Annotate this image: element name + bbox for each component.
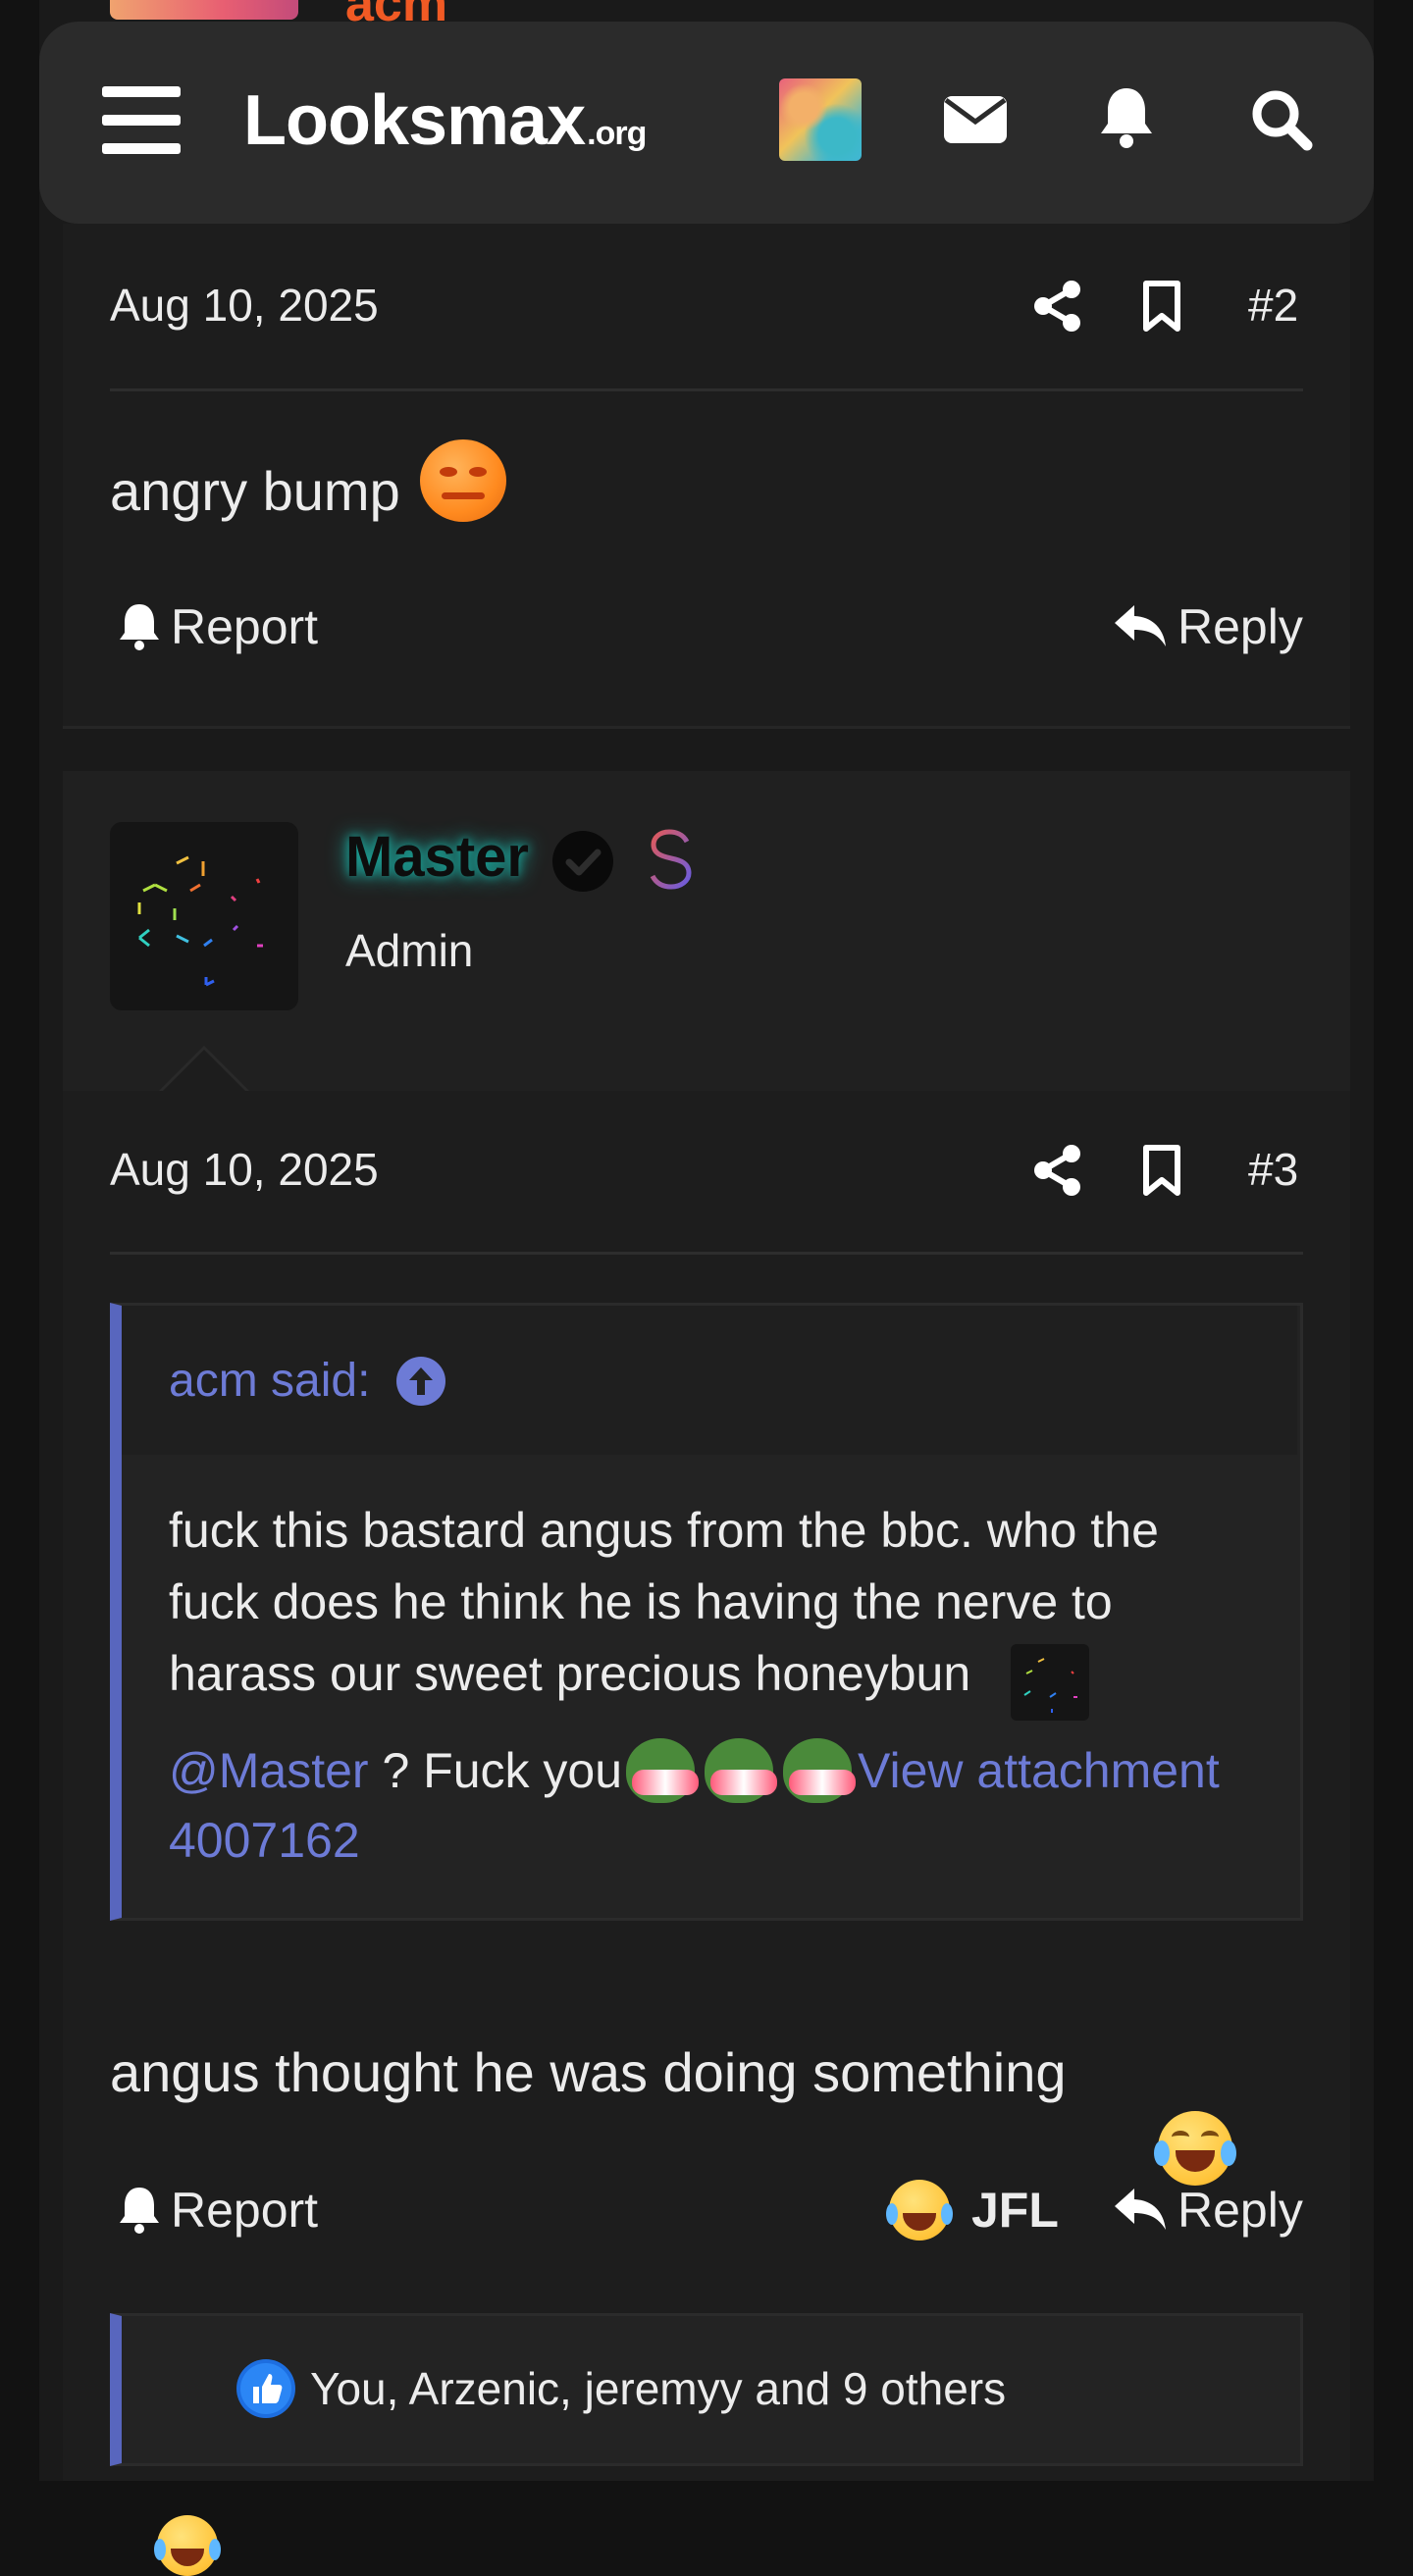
post-3-number[interactable]: #3 [1248,1143,1298,1196]
quote-author-link[interactable]: acm said: [169,1354,370,1408]
bell-icon [120,604,159,650]
pepe-scream-emoji-icon [701,1732,779,1809]
attachment-link-id[interactable]: 4007162 [169,1805,360,1877]
reply-label: Reply [1178,2183,1303,2238]
search-icon[interactable] [1246,84,1317,155]
crying-laughing-emoji-icon [886,2180,953,2241]
inline-avatar-image [1011,1644,1089,1721]
divider [110,1252,1303,1255]
quote-line-1: fuck this bastard angus from the bbc. wh… [169,1503,1159,1558]
avatar-pattern [137,855,263,987]
report-label: Report [171,599,319,654]
bookmark-icon[interactable] [1142,281,1181,332]
reply-arrow-icon [1115,605,1166,646]
crying-laughing-emoji-icon [154,2515,221,2576]
post-2-message: angry bump [110,460,400,522]
dollar-icon [650,822,692,897]
divider [110,388,1303,391]
reactions-summary-text[interactable]: You, Arzenic, jeremyy and 9 others [310,2362,1006,2415]
mention-master-link[interactable]: @Master [169,1735,369,1807]
thumbs-up-like-icon [236,2359,295,2418]
author-title-admin: Admin [345,925,474,976]
post-3-report-button[interactable]: Report [118,2182,318,2239]
user-arrow-inner [163,1050,245,1091]
verified-check-icon [552,831,613,892]
post-2-number[interactable]: #2 [1248,279,1298,332]
site-logo-tld: .org [587,115,647,152]
reaction-label: JFL [971,2183,1059,2238]
avatar-pattern [1023,1658,1077,1713]
jfl-reaction-button[interactable]: JFL [886,2180,1059,2241]
pepe-scream-emoji-icon [779,1732,858,1809]
share-icon[interactable] [1034,1145,1081,1196]
quote-line-2: fuck does he think he is having the nerv… [169,1574,1113,1629]
post-2-reply-button[interactable]: Reply [1113,598,1303,655]
bell-icon[interactable] [1091,82,1162,153]
post-3-message: angus thought he was doing something [110,2041,1067,2103]
crying-laughing-emoji-icon [1154,2111,1236,2186]
report-label: Report [171,2183,319,2238]
quote-line-4: @Master ? Fuck you View attachment [169,1732,1220,1809]
reply-label: Reply [1178,599,1303,654]
site-logo[interactable]: Looksmax .org [243,80,647,160]
quote-text-after-mention: ? Fuck you [368,1742,623,1798]
hamburger-menu-icon[interactable] [102,84,181,155]
author-name-master[interactable]: Master [345,824,529,890]
quote-line-3: harass our sweet precious honeybun [169,1646,971,1701]
attachment-link[interactable]: View attachment [858,1735,1220,1807]
arrow-up-circle-icon[interactable] [395,1356,446,1407]
master-avatar[interactable] [110,822,298,1010]
user-avatar[interactable] [779,78,862,161]
quote-attribution[interactable]: acm said: [169,1354,446,1408]
envelope-icon[interactable] [940,84,1011,155]
pepe-scream-emoji-icon [622,1732,701,1809]
bell-icon [120,2188,159,2234]
post-3-date[interactable]: Aug 10, 2025 [110,1143,379,1196]
site-logo-name: Looksmax [243,81,586,160]
post-2-report-button[interactable]: Report [118,598,318,655]
site-header [39,22,1374,224]
reply-arrow-icon [1115,2189,1166,2230]
post-2-date[interactable]: Aug 10, 2025 [110,279,379,332]
bookmark-icon[interactable] [1142,1145,1181,1196]
post-separator [63,726,1350,729]
share-icon[interactable] [1034,281,1081,332]
angry-face-emoji-icon [420,439,506,522]
previous-author-avatar[interactable] [110,0,298,20]
post-3-reply-button[interactable]: Reply [1113,2182,1303,2239]
